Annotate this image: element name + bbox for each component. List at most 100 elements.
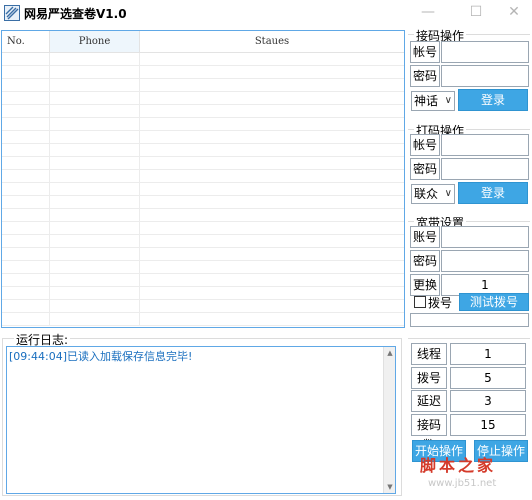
table-row[interactable] <box>2 66 404 79</box>
receive-count-value[interactable]: 15 <box>450 414 526 436</box>
table-row[interactable] <box>2 261 404 274</box>
captcha-login-button[interactable]: 登录 <box>458 182 528 204</box>
column-header-phone[interactable]: Phone <box>50 31 140 52</box>
table-cell <box>140 53 404 65</box>
log-scrollbar[interactable]: ▲ ▼ <box>383 347 395 493</box>
table-cell <box>140 300 404 312</box>
table-cell <box>50 157 140 169</box>
table-row[interactable] <box>2 144 404 157</box>
table-cell <box>50 183 140 195</box>
table-row[interactable] <box>2 105 404 118</box>
table-row[interactable] <box>2 183 404 196</box>
table-cell <box>50 105 140 117</box>
table-cell <box>2 248 50 260</box>
test-dial-button[interactable]: 测试拨号 <box>459 293 529 311</box>
table-row[interactable] <box>2 196 404 209</box>
table-cell <box>2 300 50 312</box>
receive-count-label: 接码数 <box>411 414 447 452</box>
table-cell <box>140 222 404 234</box>
column-header-no[interactable]: No. <box>2 31 50 52</box>
broadband-account-input[interactable] <box>441 226 529 248</box>
receive-account-input[interactable] <box>441 41 529 63</box>
captcha-password-label: 密码 <box>410 158 440 180</box>
table-cell <box>140 183 404 195</box>
close-button[interactable]: ✕ <box>494 1 532 23</box>
table-row[interactable] <box>2 170 404 183</box>
broadband-account-label: 账号 <box>410 226 440 248</box>
receive-password-input[interactable] <box>441 65 529 87</box>
chevron-down-icon: ∨ <box>444 95 452 106</box>
table-cell <box>140 274 404 286</box>
table-cell <box>50 300 140 312</box>
table-cell <box>2 235 50 247</box>
delay-value[interactable]: 3 <box>450 390 526 412</box>
captcha-password-input[interactable] <box>441 158 529 180</box>
dial-checkbox-label: 拨号 <box>428 296 453 310</box>
dial-status-field <box>410 313 529 327</box>
table-cell <box>50 79 140 91</box>
table-cell <box>2 53 50 65</box>
table-cell <box>2 222 50 234</box>
column-header-status[interactable]: Staues <box>140 31 404 52</box>
table-cell <box>50 222 140 234</box>
table-cell <box>2 66 50 78</box>
table-row[interactable] <box>2 131 404 144</box>
table-row[interactable] <box>2 92 404 105</box>
captcha-platform-select[interactable]: 联众 ∨ <box>411 184 455 204</box>
table-cell <box>140 196 404 208</box>
table-cell <box>2 183 50 195</box>
group-divider <box>408 338 530 339</box>
table-cell <box>50 196 140 208</box>
table-row[interactable] <box>2 248 404 261</box>
table-row[interactable] <box>2 300 404 313</box>
table-cell <box>50 170 140 182</box>
table-row[interactable] <box>2 235 404 248</box>
table-row[interactable] <box>2 313 404 326</box>
maximize-button[interactable]: ☐ <box>456 1 496 23</box>
broadband-password-label: 密码 <box>410 250 440 272</box>
table-cell <box>140 209 404 221</box>
table-cell <box>140 92 404 104</box>
threads-value[interactable]: 1 <box>450 343 526 365</box>
table-cell <box>2 261 50 273</box>
table-row[interactable] <box>2 287 404 300</box>
table-cell <box>2 105 50 117</box>
table-row[interactable] <box>2 53 404 66</box>
receive-platform-select[interactable]: 神话 ∨ <box>411 91 455 111</box>
dial-time-value[interactable]: 5 <box>450 367 526 389</box>
table-cell <box>140 287 404 299</box>
log-output[interactable]: [09:44:04]已读入加载保存信息完毕! ▲ ▼ <box>6 346 396 494</box>
table-cell <box>50 131 140 143</box>
table-row[interactable] <box>2 79 404 92</box>
scroll-up-icon[interactable]: ▲ <box>384 347 396 359</box>
table-cell <box>50 235 140 247</box>
dial-checkbox[interactable] <box>414 296 426 308</box>
dial-time-label: 拨号时 <box>411 367 447 405</box>
table-row[interactable] <box>2 209 404 222</box>
table-cell <box>140 144 404 156</box>
scroll-down-icon[interactable]: ▼ <box>384 481 396 493</box>
receive-platform-value: 神话 <box>414 94 439 108</box>
table-cell <box>2 118 50 130</box>
table-cell <box>2 196 50 208</box>
table-cell <box>50 66 140 78</box>
table-row[interactable] <box>2 157 404 170</box>
table-row[interactable] <box>2 118 404 131</box>
chevron-down-icon: ∨ <box>444 188 452 199</box>
table-row[interactable] <box>2 222 404 235</box>
minimize-button[interactable]: — <box>408 1 448 23</box>
log-line: [09:44:04]已读入加载保存信息完毕! <box>9 350 193 363</box>
table-cell <box>140 157 404 169</box>
table-cell <box>140 313 404 325</box>
table-cell <box>2 92 50 104</box>
table-body <box>2 53 404 327</box>
broadband-password-input[interactable] <box>441 250 529 272</box>
table-cell <box>50 274 140 286</box>
table-cell <box>2 157 50 169</box>
receive-login-button[interactable]: 登录 <box>458 89 528 111</box>
captcha-account-input[interactable] <box>441 134 529 156</box>
results-table[interactable]: No. Phone Staues <box>1 30 405 328</box>
table-row[interactable] <box>2 274 404 287</box>
delay-label: 延迟数 <box>411 390 447 428</box>
table-cell <box>140 105 404 117</box>
